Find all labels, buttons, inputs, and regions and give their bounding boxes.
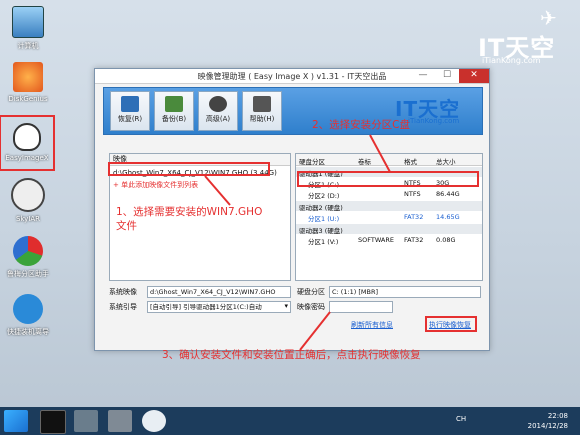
- clock-date: 2014/12/28: [527, 422, 568, 430]
- tools-icon[interactable]: [108, 410, 132, 432]
- start-icon[interactable]: [4, 410, 28, 432]
- clock-time: 22:08: [547, 412, 568, 420]
- annotation-arrows: [204, 134, 391, 351]
- tray-language[interactable]: CH: [456, 415, 466, 423]
- cmd-icon[interactable]: [40, 410, 66, 434]
- taskbar: CH 22:08 2014/12/28: [0, 407, 580, 435]
- easyimagex-taskbar-icon[interactable]: [142, 410, 166, 432]
- system-clock[interactable]: 22:08 2014/12/28: [528, 411, 568, 431]
- explorer-icon[interactable]: [74, 410, 98, 432]
